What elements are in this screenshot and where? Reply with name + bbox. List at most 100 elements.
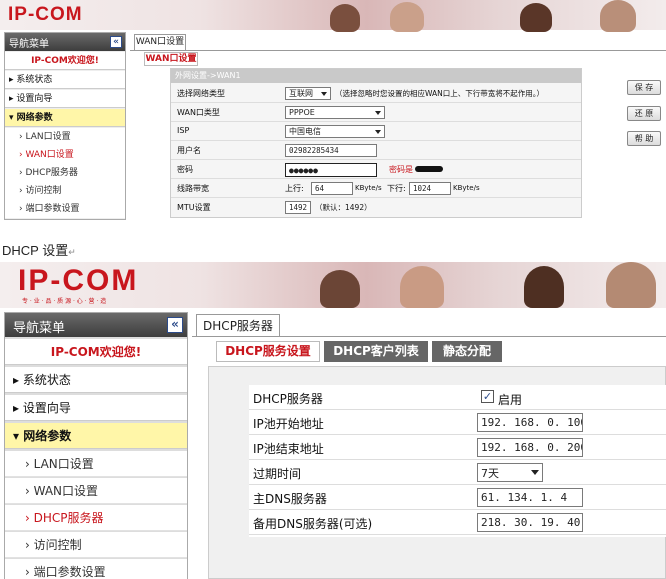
banner-person-3 — [524, 266, 564, 308]
row-lease-time: 过期时间 7天 — [249, 460, 666, 485]
top-sidebar-label: 设置向导 — [16, 94, 53, 104]
bottom-tab-line — [192, 336, 666, 337]
top-collapse-button[interactable]: « — [110, 36, 122, 48]
top-sub-arrow-icon: › — [19, 186, 23, 196]
row-secondary-dns: 备用DNS服务器(可选) 218. 30. 19. 40 — [249, 510, 666, 535]
top-nav-header: 导航菜单 « — [5, 33, 125, 51]
bottom-welcome-text: IP-COM欢迎您! — [5, 339, 187, 365]
bottom-sidebar-item-wizard[interactable]: ▸ 设置向导 — [5, 395, 187, 421]
bottom-sub-lan[interactable]: › LAN口设置 — [5, 451, 187, 477]
net-type-label: 选择网络类型 — [177, 89, 225, 98]
dhcp-enable-label: 启用 — [498, 393, 523, 407]
row-isp: ISP 中国电信 — [171, 123, 581, 141]
row-password: 密码 ●●●●●● 密码是 — [171, 161, 581, 179]
mtu-hint: （默认：1492） — [315, 203, 372, 212]
username-input[interactable]: 02982285434 — [285, 144, 377, 157]
password-input[interactable]: ●●●●●● — [285, 163, 377, 177]
banner-person-2 — [390, 2, 424, 32]
row-pool-end: IP池结束地址 192. 168. 0. 200 — [249, 435, 666, 460]
bottom-sub-label: DHCP服务器 — [33, 511, 104, 525]
top-sidebar-item-status[interactable]: ▸ 系统状态 — [5, 71, 125, 89]
top-subtab-wan[interactable]: WAN口设置 — [144, 52, 198, 66]
bottom-form: DHCP服务器 ✓ 启用 IP池开始地址 192. 168. 0. 100 IP… — [208, 366, 666, 579]
banner-person-4 — [606, 262, 656, 308]
lease-time-label: 过期时间 — [253, 467, 302, 481]
top-form: 外网设置->WAN1 选择网络类型 互联网 （选择忽略时您设置的相应WAN口上、… — [170, 68, 582, 218]
secondary-dns-label: 备用DNS服务器(可选) — [253, 517, 373, 531]
bottom-brand-tagline: 专 · 业 · 品 · 质 源 · 心 · 营 · 造 — [22, 298, 107, 305]
row-bandwidth: 线路带宽 上行: 64 KByte/s 下行: 1024 KByte/s — [171, 180, 581, 198]
secondary-dns-input[interactable]: 218. 30. 19. 40 — [477, 513, 583, 532]
top-sub-port[interactable]: › 端口参数设置 — [5, 200, 125, 218]
bottom-banner: IP-COM 专 · 业 · 品 · 质 源 · 心 · 营 · 造 — [0, 262, 666, 308]
restore-button[interactable]: 还 原 — [627, 106, 661, 121]
caption-label: DHCP 设置 — [2, 243, 69, 258]
banner-person-3 — [520, 3, 552, 32]
wan-type-select[interactable]: PPPOE — [285, 106, 385, 119]
bottom-tab-dhcp[interactable]: DHCP服务器 — [196, 314, 280, 336]
top-sub-dhcp[interactable]: › DHCP服务器 — [5, 164, 125, 182]
top-brand-logo: IP-COM — [8, 4, 83, 25]
bottom-sidebar-item-network[interactable]: ▾ 网络参数 — [5, 423, 187, 449]
download-input[interactable]: 1024 — [409, 182, 451, 195]
username-label: 用户名 — [177, 146, 201, 155]
row-net-type: 选择网络类型 互联网 （选择忽略时您设置的相应WAN口上、下行带宽将不起作用。） — [171, 85, 581, 103]
bottom-sub-wan[interactable]: › WAN口设置 — [5, 478, 187, 504]
bottom-sidebar-label: 网络参数 — [23, 429, 72, 443]
bottom-sidebar: 导航菜单 « IP-COM欢迎您! ▸ 系统状态 ▸ 设置向导 ▾ 网络参数 ›… — [4, 312, 188, 579]
subtab-dhcp-clients[interactable]: DHCP客户列表 — [324, 341, 428, 362]
top-sub-label: 访问控制 — [25, 186, 62, 196]
bottom-sub-arrow-icon: › — [25, 484, 30, 498]
pool-start-input[interactable]: 192. 168. 0. 100 — [477, 413, 583, 432]
top-sidebar-item-wizard[interactable]: ▸ 设置向导 — [5, 90, 125, 108]
bottom-sub-arrow-icon: › — [25, 457, 30, 471]
top-sub-label: WAN口设置 — [25, 150, 74, 160]
bottom-sub-access[interactable]: › 访问控制 — [5, 532, 187, 558]
row-pool-start: IP池开始地址 192. 168. 0. 100 — [249, 410, 666, 435]
password-hint: 密码是 — [389, 165, 413, 174]
top-nav-title: 导航菜单 — [9, 39, 49, 50]
save-button[interactable]: 保 存 — [627, 80, 661, 95]
pool-end-label: IP池结束地址 — [253, 442, 324, 456]
primary-dns-input[interactable]: 61. 134. 1. 4 — [477, 488, 583, 507]
net-type-select[interactable]: 互联网 — [285, 87, 331, 100]
redaction-scribble — [415, 166, 443, 172]
subtab-dhcp-settings[interactable]: DHCP服务设置 — [216, 341, 320, 362]
upload-input[interactable]: 64 — [311, 182, 353, 195]
return-mark-icon: ↵ — [68, 247, 76, 257]
bottom-sidebar-item-status[interactable]: ▸ 系统状态 — [5, 367, 187, 393]
bottom-sub-port[interactable]: › 端口参数设置 — [5, 559, 187, 579]
top-sub-lan[interactable]: › LAN口设置 — [5, 128, 125, 146]
isp-select[interactable]: 中国电信 — [285, 125, 385, 138]
top-tab-wan[interactable]: WAN口设置 — [134, 34, 186, 50]
pool-end-input[interactable]: 192. 168. 0. 200 — [477, 438, 583, 457]
mtu-input[interactable]: 1492 — [285, 201, 311, 214]
top-sub-arrow-icon: › — [19, 150, 23, 160]
mtu-label: MTU设置 — [177, 203, 211, 212]
top-sub-access[interactable]: › 访问控制 — [5, 182, 125, 200]
download-label: 下行: — [387, 184, 406, 193]
top-sub-wan[interactable]: › WAN口设置 — [5, 146, 125, 164]
row-username: 用户名 02982285434 — [171, 142, 581, 160]
bottom-sub-dhcp[interactable]: › DHCP服务器 — [5, 505, 187, 531]
banner-person-4 — [600, 0, 636, 32]
top-sub-label: DHCP服务器 — [25, 168, 78, 178]
chevron-down-icon — [531, 470, 539, 475]
caption-text: DHCP 设置↵ — [2, 240, 76, 259]
top-sub-arrow-icon: › — [19, 168, 23, 178]
top-nav-arrow-icon: ▸ — [9, 94, 14, 104]
help-button[interactable]: 帮 助 — [627, 131, 661, 146]
dhcp-enable-checkbox[interactable]: ✓ — [481, 390, 494, 403]
bottom-nav-header: 导航菜单 « — [5, 313, 187, 337]
bottom-collapse-button[interactable]: « — [167, 317, 183, 333]
subtab-static-assign[interactable]: 静态分配 — [432, 341, 502, 362]
top-sidebar-item-network[interactable]: ▾ 网络参数 — [5, 109, 125, 127]
top-banner: IP-COM — [0, 0, 666, 32]
banner-person-1 — [320, 270, 360, 308]
dhcp-table: DHCP服务器 ✓ 启用 IP池开始地址 192. 168. 0. 100 IP… — [249, 385, 666, 537]
isp-value: 中国电信 — [289, 127, 321, 136]
top-section-header: 外网设置->WAN1 — [171, 69, 581, 83]
bottom-nav-title: 导航菜单 — [13, 321, 66, 336]
bottom-sub-arrow-icon: › — [25, 538, 30, 552]
lease-time-select[interactable]: 7天 — [477, 463, 543, 482]
